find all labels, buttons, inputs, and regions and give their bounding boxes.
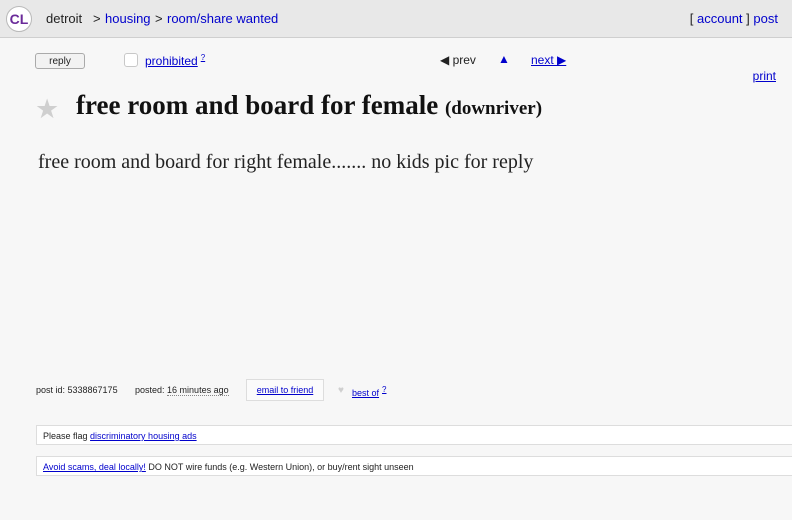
heart-icon: ♥: [338, 385, 344, 396]
prev-link[interactable]: ◀ prev: [440, 53, 476, 67]
email-to-friend-box: email to friend: [246, 379, 324, 401]
scam-notice-text: DO NOT wire funds (e.g. Western Union), …: [145, 462, 414, 472]
breadcrumb-category-wrap: housing: [105, 11, 151, 26]
scam-notice: Avoid scams, deal locally! DO NOT wire f…: [36, 456, 792, 476]
posting-title-text: free room and board for female: [76, 90, 439, 120]
post-link[interactable]: post: [753, 11, 778, 26]
breadcrumb-separator: >: [155, 11, 163, 26]
account-link[interactable]: account: [697, 11, 743, 26]
post-id: post id: 5338867175: [36, 385, 118, 395]
posting-title: free room and board for female (downrive…: [76, 90, 542, 121]
craigslist-logo[interactable]: CL: [6, 6, 32, 32]
posting-location: (downriver): [444, 98, 543, 119]
account-links: [ account ] post: [690, 11, 778, 26]
favorite-star-icon[interactable]: ★: [35, 94, 59, 125]
best-of-wrap: best of?: [352, 385, 386, 398]
help-icon[interactable]: ?: [382, 385, 386, 394]
print-link[interactable]: print: [753, 69, 776, 83]
top-bar: CL detroit > housing > room/share wanted…: [0, 0, 792, 38]
flag-notice: Please flag discriminatory housing ads: [36, 425, 792, 445]
posted-time: 16 minutes ago: [167, 385, 229, 396]
posted-info: posted: 16 minutes ago: [135, 385, 229, 396]
reply-button[interactable]: reply: [35, 53, 85, 69]
breadcrumb-city[interactable]: detroit: [46, 11, 82, 26]
next-link[interactable]: next ▶: [531, 53, 566, 67]
avoid-scams-link[interactable]: Avoid scams, deal locally!: [43, 462, 146, 472]
best-of-link[interactable]: best of: [352, 388, 379, 398]
breadcrumb-housing[interactable]: housing: [105, 11, 151, 26]
breadcrumb-separator: >: [93, 11, 101, 26]
prohibited-link[interactable]: prohibited: [145, 54, 198, 68]
prohibited-wrap: prohibited?: [145, 53, 205, 68]
breadcrumb-subcategory-wrap: room/share wanted: [167, 11, 278, 26]
discriminatory-ads-link[interactable]: discriminatory housing ads: [90, 431, 197, 441]
bracket-open: [: [689, 11, 694, 26]
email-to-friend-link[interactable]: email to friend: [257, 385, 314, 395]
posting-body: free room and board for right female....…: [38, 151, 534, 173]
up-arrow-icon[interactable]: ▲: [498, 52, 510, 66]
posted-label: posted:: [135, 385, 165, 395]
flag-notice-text: Please flag: [43, 431, 88, 441]
help-icon[interactable]: ?: [201, 53, 205, 62]
breadcrumb-room-share-wanted[interactable]: room/share wanted: [167, 11, 278, 26]
flag-checkbox[interactable]: [124, 53, 138, 67]
bracket-close: ]: [746, 11, 750, 26]
